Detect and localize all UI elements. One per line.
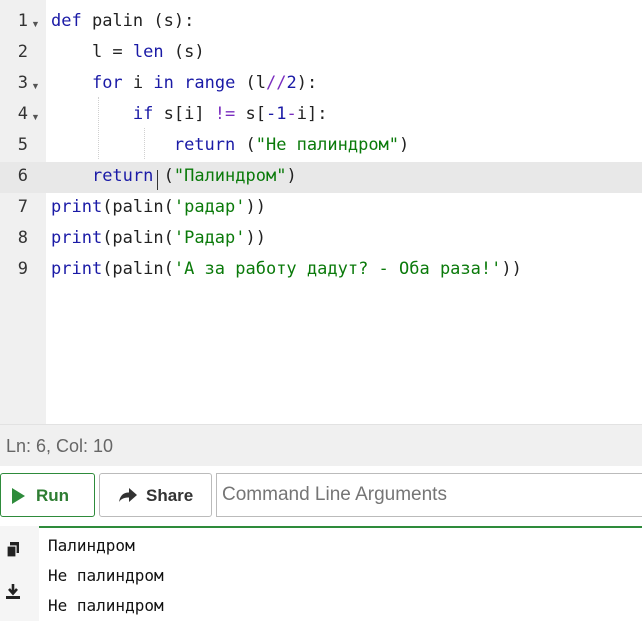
line-number: 9 [17,259,28,279]
output-line: Не палиндром [48,566,164,585]
code-line[interactable]: 9 print(palin('А за работу дадут? - Оба р… [0,255,642,286]
output-line: Палиндром [48,536,135,555]
toolbar: Run Share [0,466,642,526]
indent-guide [144,128,146,159]
code-editor[interactable]: 1 ▼ def palin (s): 2 l = len (s) 3 ▼ for i in… [0,0,642,424]
line-number: 2 [17,42,28,62]
line-number: 6 [17,166,28,186]
code-line[interactable]: 6 return ("Палиндром") [0,162,642,193]
share-button-label: Share [146,486,194,505]
share-button[interactable]: Share [99,473,212,517]
code-text: for i in range (l//2): [91,73,318,93]
code-text: l = len (s) [51,42,205,62]
code-line[interactable]: 1 ▼ def palin (s): [0,7,642,38]
code-text: def palin (s): [51,11,195,31]
cursor-position: Ln: 6, Col: 10 [6,436,114,456]
code-line[interactable]: 3 ▼ for i in range (l//2): [0,69,642,100]
line-number: 3 [17,73,28,93]
line-number: 7 [17,197,28,217]
share-icon [118,487,138,508]
fold-arrow-icon[interactable]: ▼ [31,81,40,91]
run-button[interactable]: Run [0,473,95,517]
code-text: return ("Палиндром") [91,166,297,186]
line-number: 5 [17,135,28,155]
code-line[interactable]: 2 l = len (s) [0,38,642,69]
code-text: if s[i] != s[-1-i]: [132,104,328,124]
code-line[interactable]: 8 print(palin('Радар')) [0,224,642,255]
code-line[interactable]: 7 print(palin('радар')) [0,193,642,224]
indent-guide [98,97,100,159]
output-sidebar [0,526,39,621]
status-bar: Ln: 6, Col: 10 [0,424,642,467]
code-line[interactable]: 4 ▼ if s[i] != s[-1-i]: [0,100,642,131]
play-icon [12,488,25,504]
line-number: 8 [17,228,28,248]
command-line-args-input[interactable] [216,473,642,517]
code-line[interactable]: 5 return ("Не палиндром") [0,131,642,162]
run-button-label: Run [36,486,70,505]
copy-icon[interactable] [4,541,22,564]
fold-arrow-icon[interactable]: ▼ [31,19,40,29]
download-icon[interactable] [4,583,22,606]
output-accent-line [39,526,642,528]
output-panel: Палиндром Не палиндром Не палиндром [0,526,642,621]
code-text: print(palin('Радар')) [51,228,266,248]
fold-arrow-icon[interactable]: ▼ [31,112,40,122]
line-number: 4 [17,104,28,124]
code-text: print(palin('радар')) [51,197,266,217]
output-line: Не палиндром [48,596,164,615]
code-text: print(palin('А за работу дадут? - Оба ра… [51,259,522,279]
text-cursor [157,170,158,190]
code-text: return ("Не палиндром") [173,135,410,155]
line-number: 1 [17,11,28,31]
